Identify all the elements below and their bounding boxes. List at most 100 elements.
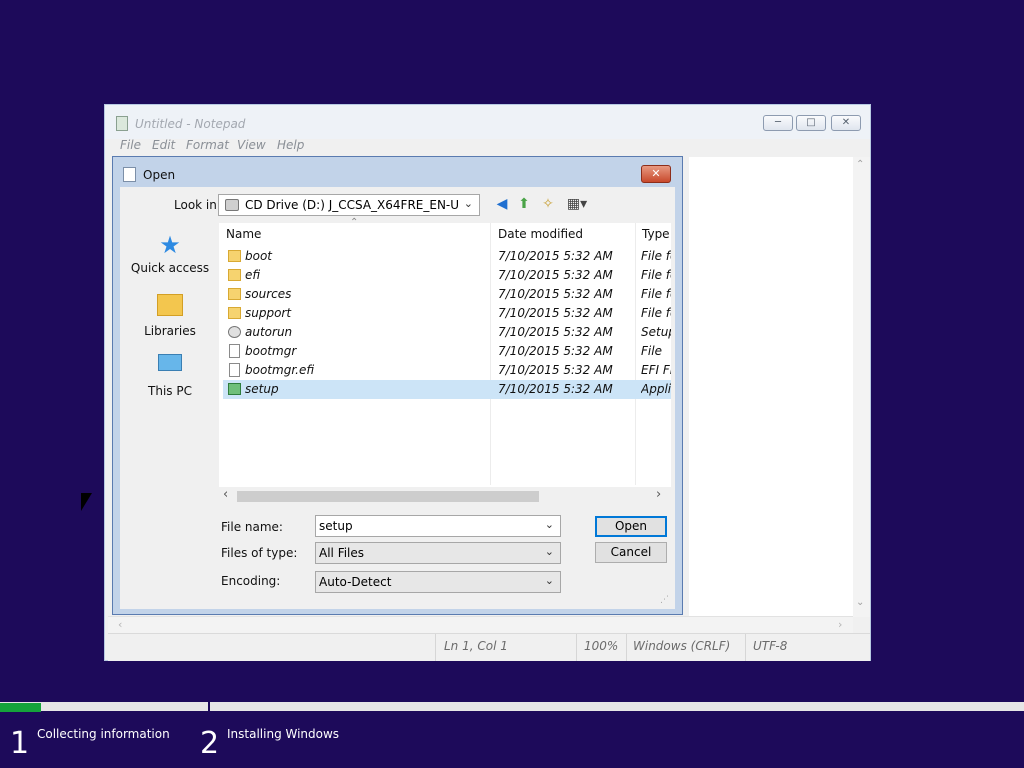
progress-step-divider [208, 699, 210, 713]
menu-view[interactable]: View [237, 138, 266, 152]
dialog-notepad-icon [123, 167, 136, 182]
file-list-horizontal-scrollbar[interactable]: ‹ › [219, 487, 671, 505]
file-row[interactable]: autorun 7/10/2015 5:32 AM Setup [223, 323, 671, 342]
file-name-input[interactable]: setup ⌄ [315, 515, 561, 537]
status-position: Ln 1, Col 1 [444, 639, 508, 653]
look-in-dropdown[interactable]: CD Drive (D:) J_CCSA_X64FRE_EN-US_DV5 ⌄ [218, 194, 480, 216]
file-date: 7/10/2015 5:32 AM [498, 344, 613, 358]
file-name: sources [245, 287, 292, 301]
file-row[interactable]: bootmgr.efi 7/10/2015 5:32 AM EFI Fi [223, 361, 671, 380]
close-button[interactable]: ✕ [831, 115, 861, 131]
notepad-horizontal-scrollbar[interactable]: ‹ › [108, 616, 853, 634]
file-type: File fo [641, 287, 671, 301]
file-name: efi [245, 268, 261, 282]
file-date: 7/10/2015 5:32 AM [498, 287, 613, 301]
open-dialog: Open ✕ Look in: CD Drive (D:) J_CCSA_X64… [112, 156, 683, 615]
file-type: File fo [641, 306, 671, 320]
menu-edit[interactable]: Edit [152, 138, 175, 152]
cancel-button[interactable]: Cancel [595, 542, 667, 563]
notepad-title-bar[interactable]: Untitled - Notepad ─ □ ✕ [105, 105, 870, 139]
file-date: 7/10/2015 5:32 AM [498, 325, 613, 339]
scrollbar-thumb[interactable] [237, 491, 539, 502]
scroll-up-icon[interactable]: ⌃ [856, 159, 864, 170]
scroll-left-icon[interactable]: ‹ [118, 618, 122, 631]
file-name: support [245, 306, 292, 320]
view-menu-icon[interactable]: ▦▾ [564, 196, 590, 212]
file-name: boot [245, 249, 273, 263]
dialog-title-bar[interactable]: Open ✕ [113, 157, 682, 187]
folder-icon [228, 288, 241, 300]
place-libraries[interactable]: Libraries [130, 291, 210, 338]
open-button[interactable]: Open [595, 516, 667, 537]
up-folder-icon[interactable]: ⬆ [516, 196, 532, 212]
scroll-right-icon[interactable]: › [656, 487, 661, 502]
new-folder-icon[interactable]: ✧ [540, 196, 556, 212]
notepad-menu-bar: File Edit Format View Help [105, 137, 870, 157]
file-row[interactable]: efi 7/10/2015 5:32 AM File fo [223, 266, 671, 285]
file-row[interactable]: boot 7/10/2015 5:32 AM File fo [223, 247, 671, 266]
back-icon[interactable]: ◀ [494, 196, 510, 212]
file-icon [229, 363, 240, 377]
setup-progress-bar [0, 702, 1024, 712]
file-name: setup [245, 382, 279, 396]
computer-icon [156, 354, 184, 382]
file-list[interactable]: Name ⌃ Date modified Type boot 7/10/2015 … [219, 217, 671, 505]
status-encoding: UTF-8 [753, 639, 788, 653]
menu-file[interactable]: File [120, 138, 141, 152]
file-date: 7/10/2015 5:32 AM [498, 249, 613, 263]
place-quick-access[interactable]: ★ Quick access [130, 231, 210, 275]
file-type: File fo [641, 249, 671, 263]
dialog-body: Look in: CD Drive (D:) J_CCSA_X64FRE_EN-… [120, 187, 675, 609]
resize-grip-icon[interactable]: ⋰ [660, 595, 669, 605]
place-label: Quick access [130, 261, 210, 275]
dialog-close-button[interactable]: ✕ [641, 165, 671, 183]
scroll-down-icon[interactable]: ⌄ [856, 597, 864, 608]
dialog-title: Open [143, 168, 176, 182]
file-date: 7/10/2015 5:32 AM [498, 268, 613, 282]
column-header-date[interactable]: Date modified [498, 227, 583, 241]
encoding-value: Auto-Detect [319, 575, 392, 589]
files-of-type-value: All Files [319, 546, 365, 560]
scroll-right-icon[interactable]: › [838, 618, 842, 631]
place-this-pc[interactable]: This PC [130, 351, 210, 398]
encoding-dropdown[interactable]: Auto-Detect ⌄ [315, 571, 561, 593]
step-2-label: Installing Windows [227, 727, 340, 741]
file-name-value: setup [319, 519, 353, 533]
notepad-vertical-scrollbar[interactable]: ⌃ ⌄ [853, 157, 870, 617]
folder-icon [228, 269, 241, 281]
notepad-text-area[interactable] [689, 157, 853, 617]
column-header-type[interactable]: Type [642, 227, 670, 241]
file-row[interactable]: support 7/10/2015 5:32 AM File fo [223, 304, 671, 323]
star-icon: ★ [159, 231, 181, 259]
place-label: This PC [148, 384, 192, 398]
setup-progress-fill [0, 703, 41, 712]
chevron-down-icon[interactable]: ⌄ [545, 518, 554, 531]
file-name-label: File name: [221, 520, 283, 534]
menu-help[interactable]: Help [277, 138, 304, 152]
status-line-ending: Windows (CRLF) [633, 639, 731, 653]
step-1-label: Collecting information [37, 727, 170, 741]
chevron-down-icon: ⌄ [544, 574, 554, 587]
folder-icon [228, 250, 241, 262]
libraries-icon [156, 294, 184, 322]
column-header-name[interactable]: Name [226, 227, 261, 241]
mouse-cursor-icon [81, 493, 92, 511]
minimize-button[interactable]: ─ [763, 115, 793, 131]
step-2-number: 2 [200, 726, 220, 761]
application-icon [228, 383, 241, 395]
file-date: 7/10/2015 5:32 AM [498, 306, 613, 320]
file-row[interactable]: setup 7/10/2015 5:32 AM Appli [223, 380, 671, 399]
maximize-button[interactable]: □ [796, 115, 826, 131]
notepad-icon [116, 116, 128, 131]
file-name: autorun [245, 325, 293, 339]
file-row[interactable]: sources 7/10/2015 5:32 AM File fo [223, 285, 671, 304]
file-type: File [641, 344, 662, 358]
file-date: 7/10/2015 5:32 AM [498, 363, 613, 377]
step-1-number: 1 [10, 726, 30, 761]
scroll-left-icon[interactable]: ‹ [223, 487, 228, 502]
file-row[interactable]: bootmgr 7/10/2015 5:32 AM File [223, 342, 671, 361]
notepad-title: Untitled - Notepad [135, 117, 246, 131]
look-in-label: Look in: [174, 198, 221, 212]
menu-format[interactable]: Format [186, 138, 229, 152]
files-of-type-dropdown[interactable]: All Files ⌄ [315, 542, 561, 564]
